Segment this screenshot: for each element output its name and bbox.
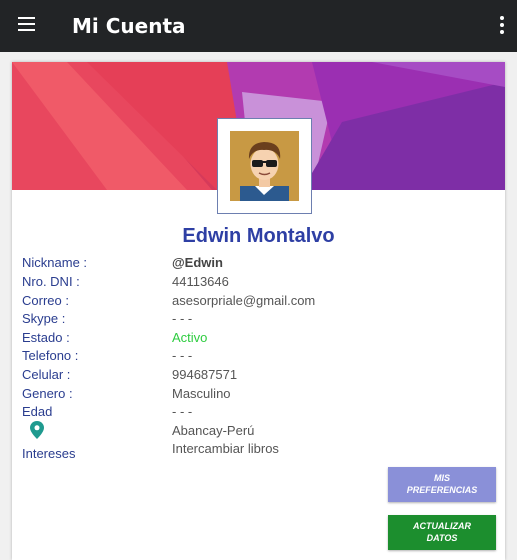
value-intereses: Intercambiar libros [172,441,279,456]
label-genero: Genero : [22,386,73,401]
avatar-image [230,131,299,201]
label-correo: Correo : [22,293,69,308]
value-location: Abancay-Perú [172,423,255,438]
location-pin-icon [30,421,44,439]
avatar[interactable] [217,118,312,214]
update-data-line1: ACTUALIZAR [413,521,471,531]
value-nickname: @Edwin [172,255,223,270]
label-estado: Estado : [22,330,70,345]
label-dni: Nro. DNI : [22,274,80,289]
label-edad: Edad [22,404,53,419]
value-edad: - - - [172,404,193,419]
label-telefono: Telefono : [22,348,79,363]
value-estado: Activo [172,330,208,345]
app-bar: Mi Cuenta [0,0,517,52]
more-vertical-icon[interactable] [493,14,511,38]
hamburger-menu-icon[interactable] [14,14,40,38]
my-preferences-button[interactable]: MIS PREFERENCIAS [388,467,496,502]
profile-name: Edwin Montalvo [182,225,335,247]
value-telefono: - - - [172,348,193,363]
label-celular: Celular : [22,367,71,382]
label-intereses: Intereses [22,446,76,461]
value-skype: - - - [172,311,193,326]
my-preferences-line2: PREFERENCIAS [406,485,478,495]
label-nickname: Nickname : [22,255,88,270]
value-celular: 994687571 [172,367,238,382]
update-data-button[interactable]: ACTUALIZAR DATOS [388,515,496,550]
label-skype: Skype : [22,311,66,326]
value-genero: Masculino [172,386,231,401]
profile-card: Edwin Montalvo Nickname : Nro. DNI : Cor… [12,62,505,560]
value-correo: asesorpriale@gmail.com [172,293,316,308]
update-data-line2: DATOS [426,533,458,543]
app-title: Mi Cuenta [72,14,186,38]
value-dni: 44113646 [172,274,229,289]
my-preferences-line1: MIS [433,473,450,483]
